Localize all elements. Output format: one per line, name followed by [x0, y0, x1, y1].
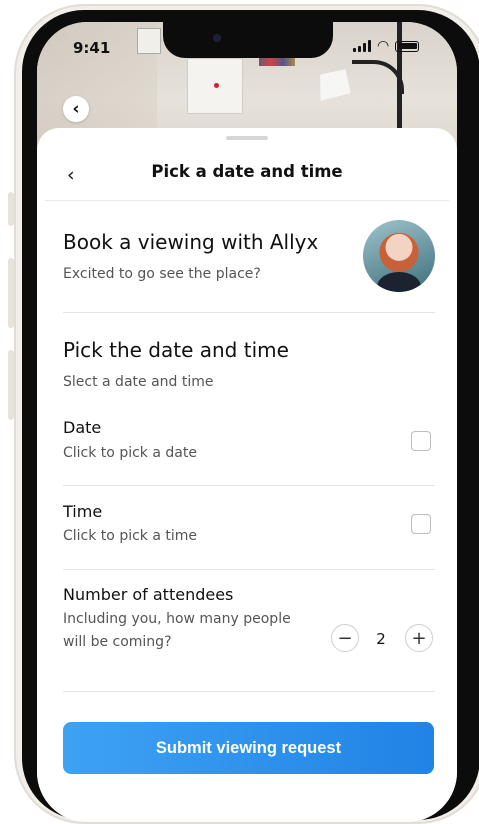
attendees-label: Number of attendees	[63, 585, 234, 604]
signal-icon	[353, 40, 371, 52]
booking-sheet: Pick a date and time ‹ Book a viewing wi…	[37, 128, 457, 822]
attendees-help-line2: will be coming?	[63, 634, 172, 650]
header-divider	[45, 200, 449, 201]
date-label: Date	[63, 418, 102, 437]
minus-icon: −	[337, 627, 353, 649]
divider	[63, 569, 435, 570]
section-title: Pick the date and time	[63, 338, 289, 362]
sheet-grabber[interactable]	[226, 136, 268, 140]
decrement-button[interactable]: −	[331, 624, 359, 652]
attendees-help-line1: Including you, how many people	[63, 611, 291, 627]
battery-icon	[395, 40, 420, 52]
chevron-left-icon: ‹	[72, 99, 80, 119]
phone-screen: 9:41 ◠ ‹ Pick a date and time ‹ Book a v…	[37, 22, 457, 822]
divider	[63, 691, 435, 692]
date-help[interactable]: Click to pick a date	[63, 442, 197, 464]
notch	[163, 22, 333, 58]
status-icons: ◠	[353, 38, 420, 54]
volume-up-button	[8, 258, 14, 328]
date-checkbox[interactable]	[411, 431, 431, 451]
status-time: 9:41	[73, 39, 111, 57]
plus-icon: +	[411, 627, 427, 649]
divider	[63, 312, 435, 313]
host-subtitle: Excited to go see the place?	[63, 266, 261, 282]
section-subtitle: Slect a date and time	[63, 374, 214, 390]
volume-down-button	[8, 350, 14, 420]
time-checkbox[interactable]	[411, 514, 431, 534]
attendees-count: 2	[376, 630, 386, 648]
back-button[interactable]: ‹	[67, 164, 75, 186]
increment-button[interactable]: +	[405, 624, 433, 652]
time-label: Time	[63, 502, 103, 521]
chevron-left-icon: ‹	[67, 164, 75, 186]
wifi-icon: ◠	[377, 38, 390, 54]
photo-back-button[interactable]: ‹	[63, 96, 89, 122]
divider	[63, 485, 435, 486]
time-help[interactable]: Click to pick a time	[63, 525, 197, 547]
host-avatar	[363, 220, 435, 292]
side-button	[8, 192, 14, 226]
header-title: Pick a date and time	[151, 162, 343, 181]
host-title: Book a viewing with Allyx	[63, 230, 319, 254]
submit-viewing-request-button[interactable]: Submit viewing request	[63, 722, 434, 774]
